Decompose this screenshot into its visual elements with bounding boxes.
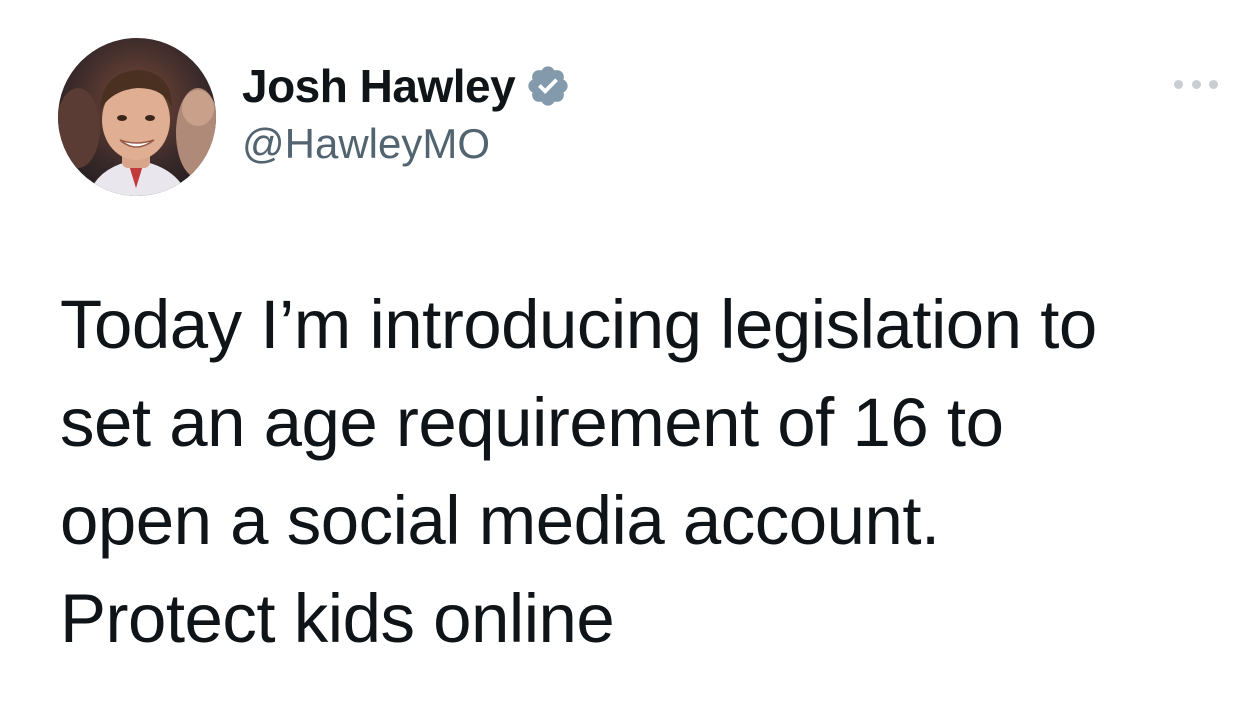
- tweet-text: Today I’m introducing legislation to set…: [60, 276, 1210, 668]
- author-handle[interactable]: @HawleyMO: [242, 120, 571, 168]
- author-identity: Josh Hawley @HawleyMO: [242, 54, 571, 168]
- author-name-row: Josh Hawley: [242, 54, 571, 118]
- tweet-card: Josh Hawley @HawleyMO Today I’m introduc…: [0, 0, 1237, 717]
- tweet-text-line: Protect kids online: [60, 580, 615, 657]
- author-display-name[interactable]: Josh Hawley: [242, 59, 516, 113]
- tweet-text-line: Today I’m introducing legislation to: [60, 286, 1097, 363]
- more-dot: [1174, 79, 1183, 89]
- avatar-photo: [58, 38, 216, 196]
- more-dot: [1191, 79, 1201, 89]
- more-dot: [1209, 79, 1218, 89]
- tweet-text-line: set an age requirement of 16 to: [60, 384, 1004, 461]
- verified-badge-icon: [525, 63, 571, 109]
- more-options-icon[interactable]: [1174, 74, 1218, 94]
- author-avatar[interactable]: [58, 38, 216, 196]
- tweet-text-line: open a social media account.: [60, 482, 940, 559]
